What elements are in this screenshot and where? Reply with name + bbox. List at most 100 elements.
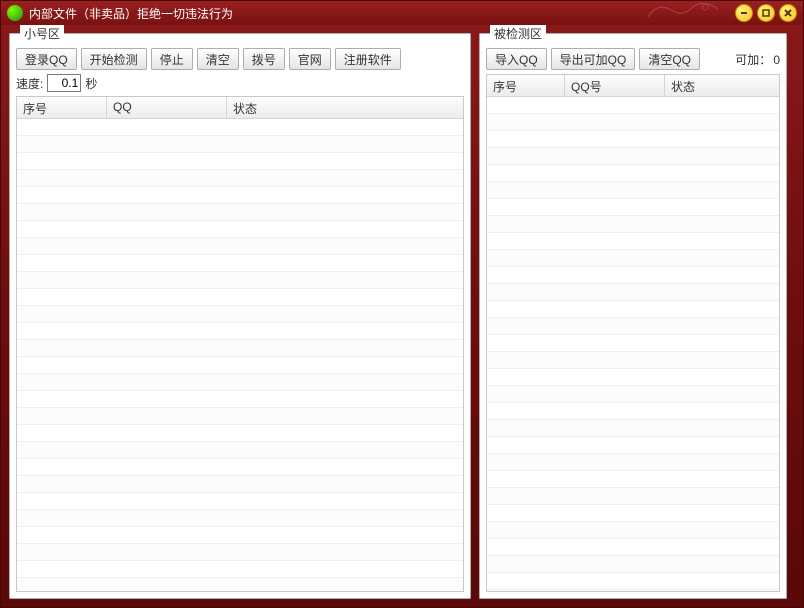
table-row[interactable] bbox=[17, 391, 463, 408]
window-buttons bbox=[735, 4, 797, 22]
table-row[interactable] bbox=[17, 425, 463, 442]
table-row[interactable] bbox=[17, 272, 463, 289]
table-row[interactable] bbox=[17, 136, 463, 153]
right-table: 序号 QQ号 状态 bbox=[486, 74, 780, 592]
table-row[interactable] bbox=[17, 527, 463, 544]
table-row[interactable] bbox=[487, 114, 779, 131]
table-row[interactable] bbox=[17, 442, 463, 459]
detected-legend: 被检测区 bbox=[490, 25, 546, 42]
table-row[interactable] bbox=[17, 170, 463, 187]
close-button[interactable] bbox=[779, 4, 797, 22]
col-status[interactable]: 状态 bbox=[227, 97, 463, 118]
detected-panel: 被检测区 导入QQ 导出可加QQ 清空QQ 可加：0 序号 QQ号 状态 bbox=[479, 25, 787, 599]
speed-unit: 秒 bbox=[85, 75, 97, 92]
table-row[interactable] bbox=[17, 153, 463, 170]
app-window: 内部文件（非卖品）拒绝一切违法行为 小号区 登录QQ 开始检测 停止 bbox=[0, 0, 804, 608]
titlebar[interactable]: 内部文件（非卖品）拒绝一切违法行为 bbox=[1, 1, 803, 25]
table-row[interactable] bbox=[17, 578, 463, 591]
export-addable-button[interactable]: 导出可加QQ bbox=[551, 48, 636, 70]
table-row[interactable] bbox=[17, 374, 463, 391]
left-table: 序号 QQ 状态 bbox=[16, 96, 464, 592]
table-row[interactable] bbox=[487, 454, 779, 471]
table-row[interactable] bbox=[487, 97, 779, 114]
left-table-header: 序号 QQ 状态 bbox=[17, 97, 463, 119]
table-row[interactable] bbox=[17, 119, 463, 136]
table-row[interactable] bbox=[487, 148, 779, 165]
window-title: 内部文件（非卖品）拒绝一切违法行为 bbox=[29, 5, 233, 22]
table-row[interactable] bbox=[487, 131, 779, 148]
table-row[interactable] bbox=[17, 408, 463, 425]
table-row[interactable] bbox=[17, 459, 463, 476]
table-row[interactable] bbox=[487, 420, 779, 437]
clear-qq-button[interactable]: 清空QQ bbox=[639, 48, 700, 70]
left-table-body[interactable] bbox=[17, 119, 463, 591]
table-row[interactable] bbox=[17, 255, 463, 272]
app-icon bbox=[7, 5, 23, 21]
table-row[interactable] bbox=[17, 493, 463, 510]
table-row[interactable] bbox=[487, 301, 779, 318]
table-row[interactable] bbox=[17, 306, 463, 323]
stop-button[interactable]: 停止 bbox=[151, 48, 193, 70]
table-row[interactable] bbox=[17, 221, 463, 238]
table-row[interactable] bbox=[487, 403, 779, 420]
col-qq[interactable]: QQ bbox=[107, 97, 227, 118]
table-row[interactable] bbox=[487, 471, 779, 488]
table-row[interactable] bbox=[487, 369, 779, 386]
table-row[interactable] bbox=[487, 488, 779, 505]
table-row[interactable] bbox=[487, 199, 779, 216]
register-software-button[interactable]: 注册软件 bbox=[335, 48, 401, 70]
clear-button[interactable]: 清空 bbox=[197, 48, 239, 70]
table-row[interactable] bbox=[487, 386, 779, 403]
table-row[interactable] bbox=[17, 357, 463, 374]
right-table-body[interactable] bbox=[487, 97, 779, 591]
table-row[interactable] bbox=[487, 573, 779, 590]
table-row[interactable] bbox=[487, 233, 779, 250]
col-status-r[interactable]: 状态 bbox=[665, 75, 779, 96]
addable-status: 可加：0 bbox=[735, 51, 780, 68]
table-row[interactable] bbox=[487, 352, 779, 369]
col-seq-r[interactable]: 序号 bbox=[487, 75, 565, 96]
addable-value: 0 bbox=[773, 53, 780, 67]
speed-row: 速度: 秒 bbox=[16, 74, 464, 92]
table-row[interactable] bbox=[17, 289, 463, 306]
table-row[interactable] bbox=[17, 544, 463, 561]
col-qq-r[interactable]: QQ号 bbox=[565, 75, 665, 96]
table-row[interactable] bbox=[17, 476, 463, 493]
table-row[interactable] bbox=[17, 187, 463, 204]
speed-input[interactable] bbox=[47, 74, 81, 92]
import-qq-button[interactable]: 导入QQ bbox=[486, 48, 547, 70]
table-row[interactable] bbox=[487, 318, 779, 335]
table-row[interactable] bbox=[487, 165, 779, 182]
table-row[interactable] bbox=[487, 522, 779, 539]
table-row[interactable] bbox=[487, 539, 779, 556]
table-row[interactable] bbox=[487, 335, 779, 352]
addable-label: 可加： bbox=[735, 53, 771, 67]
content-area: 小号区 登录QQ 开始检测 停止 清空 拨号 官网 注册软件 速度: 秒 序号 … bbox=[9, 25, 795, 599]
left-toolbar: 登录QQ 开始检测 停止 清空 拨号 官网 注册软件 bbox=[16, 48, 464, 70]
right-table-header: 序号 QQ号 状态 bbox=[487, 75, 779, 97]
table-row[interactable] bbox=[487, 284, 779, 301]
table-row[interactable] bbox=[487, 267, 779, 284]
speed-label: 速度: bbox=[16, 75, 43, 92]
table-row[interactable] bbox=[17, 204, 463, 221]
table-row[interactable] bbox=[17, 561, 463, 578]
table-row[interactable] bbox=[487, 216, 779, 233]
maximize-button[interactable] bbox=[757, 4, 775, 22]
table-row[interactable] bbox=[487, 590, 779, 591]
table-row[interactable] bbox=[487, 250, 779, 267]
dial-button[interactable]: 拨号 bbox=[243, 48, 285, 70]
table-row[interactable] bbox=[17, 323, 463, 340]
official-site-button[interactable]: 官网 bbox=[289, 48, 331, 70]
table-row[interactable] bbox=[487, 437, 779, 454]
table-row[interactable] bbox=[487, 505, 779, 522]
table-row[interactable] bbox=[17, 510, 463, 527]
col-seq[interactable]: 序号 bbox=[17, 97, 107, 118]
table-row[interactable] bbox=[17, 340, 463, 357]
start-detect-button[interactable]: 开始检测 bbox=[81, 48, 147, 70]
login-qq-button[interactable]: 登录QQ bbox=[16, 48, 77, 70]
right-toolbar: 导入QQ 导出可加QQ 清空QQ 可加：0 bbox=[486, 48, 780, 70]
minimize-button[interactable] bbox=[735, 4, 753, 22]
table-row[interactable] bbox=[487, 556, 779, 573]
table-row[interactable] bbox=[17, 238, 463, 255]
table-row[interactable] bbox=[487, 182, 779, 199]
